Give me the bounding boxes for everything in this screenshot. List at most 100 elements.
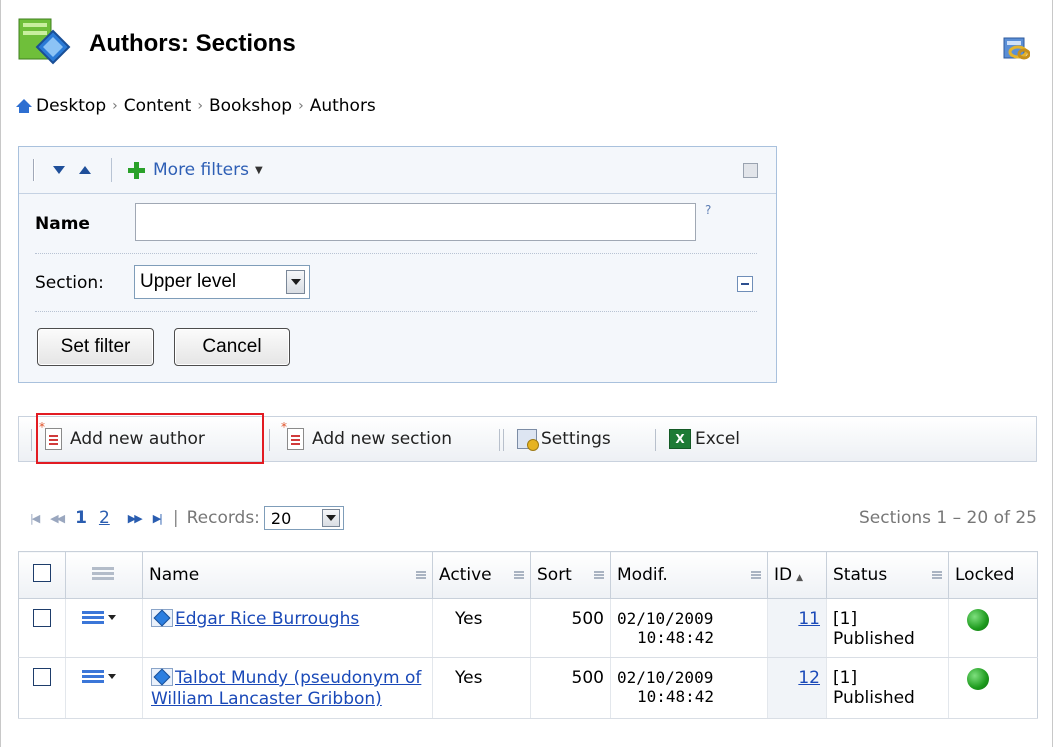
row-checkbox[interactable] [33, 609, 51, 627]
add-new-author-label: Add new author [70, 429, 205, 449]
section-icon [151, 609, 173, 627]
column-menu-icon[interactable] [751, 571, 761, 579]
row-modified-date: 02/10/2009 [617, 609, 714, 628]
plus-icon [128, 161, 145, 179]
dropdown-arrow-icon[interactable] [286, 270, 305, 294]
row-modified-date: 02/10/2009 [617, 668, 714, 687]
table-row: Edgar Rice Burroughs Yes 500 02/10/2009 … [18, 598, 1038, 658]
breadcrumb-desktop[interactable]: Desktop [36, 96, 106, 116]
new-document-icon: * [39, 420, 62, 450]
records-select-value: 20 [270, 508, 292, 528]
expand-down-icon[interactable] [53, 166, 65, 174]
breadcrumb-content[interactable]: Content [124, 96, 192, 116]
row-modified-time: 10:48:42 [637, 687, 715, 706]
first-page-icon[interactable]: |◀ [30, 512, 40, 525]
table-header-row: Name Active Sort Modif. ID ▲ Status Locke… [18, 551, 1038, 599]
set-filter-button[interactable]: Set filter [37, 328, 154, 366]
list-icon[interactable] [92, 565, 114, 581]
help-icon[interactable]: ? [705, 203, 711, 217]
row-id-link[interactable]: 12 [798, 668, 820, 688]
column-menu-icon[interactable] [594, 571, 604, 579]
divider [19, 193, 776, 194]
excel-button[interactable]: X Excel [669, 417, 740, 461]
list-icon [82, 668, 104, 684]
row-name-link[interactable]: Talbot Mundy (pseudonym of William Lanca… [151, 668, 421, 709]
toolbar-divider [655, 429, 656, 451]
next-page-icon[interactable]: ▶▶ [128, 512, 143, 525]
row-status: [1] Published [826, 598, 949, 658]
chevron-down-icon[interactable]: ▼ [255, 165, 263, 176]
records-per-page-select[interactable]: 20 [263, 506, 344, 530]
row-modified-time: 10:48:42 [637, 628, 715, 647]
select-all-checkbox[interactable] [33, 563, 51, 582]
dropdown-arrow-icon[interactable] [321, 509, 340, 527]
divider [35, 253, 757, 254]
settings-label: Settings [541, 429, 611, 449]
section-icon [151, 668, 173, 686]
sections-table: Name Active Sort Modif. ID ▲ Status Locke… [18, 551, 1038, 719]
row-actions-menu[interactable] [82, 668, 116, 684]
breadcrumb: Desktop › Content › Bookshop › Authors [16, 94, 376, 118]
cancel-button[interactable]: Cancel [174, 328, 290, 366]
row-actions-menu[interactable] [82, 609, 116, 625]
page-header: Authors: Sections [0, 0, 1053, 80]
column-header-locked[interactable]: Locked [948, 551, 1038, 599]
column-menu-icon[interactable] [514, 571, 524, 579]
section-select-value: Upper level [140, 271, 237, 292]
breadcrumb-bookshop[interactable]: Bookshop [209, 96, 292, 116]
row-id-link[interactable]: 11 [798, 609, 820, 629]
last-page-icon[interactable]: ▶| [153, 512, 163, 525]
divider [35, 311, 757, 312]
records-label: Records: [186, 508, 260, 528]
column-header-modified[interactable]: Modif. [610, 551, 768, 599]
filter-row-name: Name ? [19, 199, 776, 249]
records-info: Sections 1 – 20 of 25 [858, 508, 1037, 528]
breadcrumb-separator: › [112, 98, 118, 114]
row-name-link[interactable]: Edgar Rice Burroughs [175, 609, 359, 629]
excel-icon: X [669, 429, 691, 449]
home-icon[interactable] [16, 98, 32, 114]
remove-filter-icon[interactable] [737, 276, 753, 292]
breadcrumb-separator: › [298, 98, 304, 114]
pager: |◀ ◀◀ 1 2 ▶▶ ▶| | Records: 20 [30, 506, 344, 530]
settings-button[interactable]: Settings [517, 417, 611, 461]
name-input[interactable] [135, 203, 696, 241]
drag-handle[interactable] [33, 159, 35, 181]
column-header-status[interactable]: Status [826, 551, 949, 599]
settings-icon [517, 429, 539, 451]
column-menu-icon[interactable] [416, 571, 426, 579]
more-filters-link[interactable]: More filters [153, 160, 249, 180]
window-left-border [0, 0, 1, 747]
add-new-section-button[interactable]: * Add new section [281, 417, 453, 461]
column-header-active[interactable]: Active [432, 551, 531, 599]
previous-page-icon[interactable]: ◀◀ [50, 512, 65, 525]
toolbar-divider [499, 429, 500, 451]
column-header-name[interactable]: Name [142, 551, 433, 599]
row-sort: 500 [530, 657, 611, 719]
chevron-down-icon [108, 614, 116, 620]
table-row: Talbot Mundy (pseudonym of William Lanca… [18, 657, 1038, 719]
lock-status-icon [967, 668, 989, 690]
add-new-author-button[interactable]: * Add new author [39, 417, 205, 461]
toolbar-divider [111, 158, 112, 182]
collapse-up-icon[interactable] [79, 166, 91, 174]
page-2-link[interactable]: 2 [99, 508, 110, 528]
filter-panel: More filters ▼ Name ? Section: Upper lev… [18, 146, 777, 383]
link-icon[interactable] [1002, 34, 1030, 62]
list-icon [82, 609, 104, 625]
page-title: Authors: Sections [89, 30, 296, 57]
column-header-id[interactable]: ID ▲ [767, 551, 827, 599]
breadcrumb-authors[interactable]: Authors [310, 96, 376, 116]
add-new-section-label: Add new section [312, 429, 453, 449]
section-label: Section: [35, 273, 104, 293]
toolbar-divider [31, 429, 32, 451]
row-sort: 500 [530, 598, 611, 658]
row-checkbox[interactable] [33, 668, 51, 686]
chevron-down-icon [108, 673, 116, 679]
row-active: Yes [432, 598, 531, 658]
section-select[interactable]: Upper level [134, 265, 310, 299]
toolbar-divider [269, 429, 270, 451]
column-menu-icon[interactable] [932, 571, 942, 579]
panel-toggle-checkbox[interactable] [743, 163, 758, 178]
column-header-sort[interactable]: Sort [530, 551, 611, 599]
